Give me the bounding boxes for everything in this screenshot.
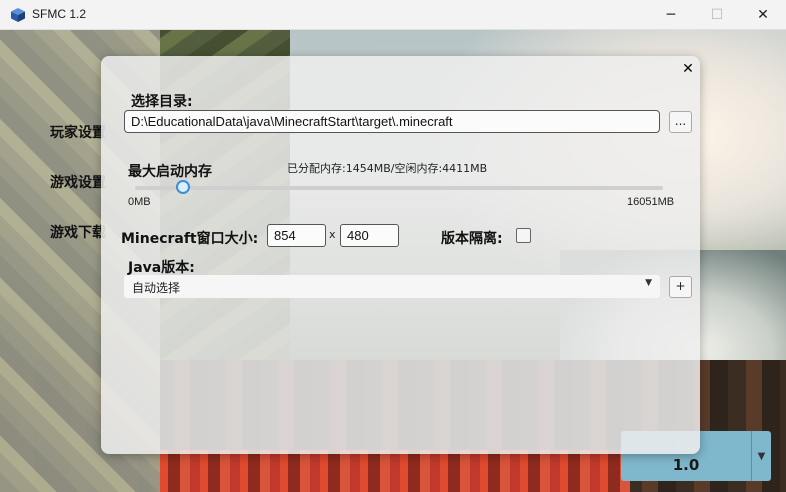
memory-info-text: 已分配内存:1454MB/空闲内存:4411MB <box>287 162 488 175</box>
chevron-down-icon: ▼ <box>757 450 766 462</box>
title-bar: SFMC 1.2 ─ ☐ ✕ <box>0 0 786 30</box>
version-isolation-label: 版本隔离: <box>441 231 503 247</box>
times-sign: x <box>329 228 336 241</box>
window-size-label: Minecraft窗口大小: <box>121 231 259 247</box>
launch-dropdown-button[interactable]: ▼ <box>751 431 771 481</box>
memory-slider-min-label: 0MB <box>128 196 151 208</box>
sidebar-item-game-settings[interactable]: 游戏设置 <box>50 172 106 192</box>
version-isolation-checkbox[interactable] <box>516 228 531 243</box>
java-version-select[interactable]: 自动选择 ▼ <box>124 275 660 298</box>
memory-label: 最大启动内存 <box>128 164 212 180</box>
memory-slider-max-label: 16051MB <box>627 196 675 208</box>
window-width-field[interactable]: 854 <box>267 224 326 247</box>
window-title: SFMC 1.2 <box>32 7 87 21</box>
directory-label: 选择目录: <box>131 94 193 110</box>
game-settings-dialog: ✕ 选择目录: D:\EducationalData\java\Minecraf… <box>101 56 700 454</box>
directory-path-field[interactable]: D:\EducationalData\java\MinecraftStart\t… <box>124 110 660 133</box>
close-window-button[interactable]: ✕ <box>740 0 786 30</box>
java-version-selected: 自动选择 <box>132 281 181 295</box>
window-height-field[interactable]: 480 <box>340 224 399 247</box>
browse-directory-button[interactable]: ... <box>669 111 692 133</box>
add-java-button[interactable]: + <box>669 276 692 298</box>
maximize-button[interactable]: ☐ <box>694 0 740 30</box>
cube-icon <box>11 8 25 22</box>
minimize-button[interactable]: ─ <box>648 0 694 30</box>
close-icon[interactable]: ✕ <box>679 60 697 78</box>
sidebar-item-game-download[interactable]: 游戏下载 <box>50 222 106 242</box>
memory-slider-thumb[interactable] <box>175 180 190 194</box>
chevron-down-icon: ▼ <box>645 278 652 288</box>
sidebar-item-player-settings[interactable]: 玩家设置 <box>50 122 106 142</box>
launch-version: 1.0 <box>672 456 700 474</box>
memory-slider-track[interactable] <box>135 186 663 190</box>
flower-bed <box>150 450 630 492</box>
java-version-label: Java版本: <box>128 260 195 276</box>
